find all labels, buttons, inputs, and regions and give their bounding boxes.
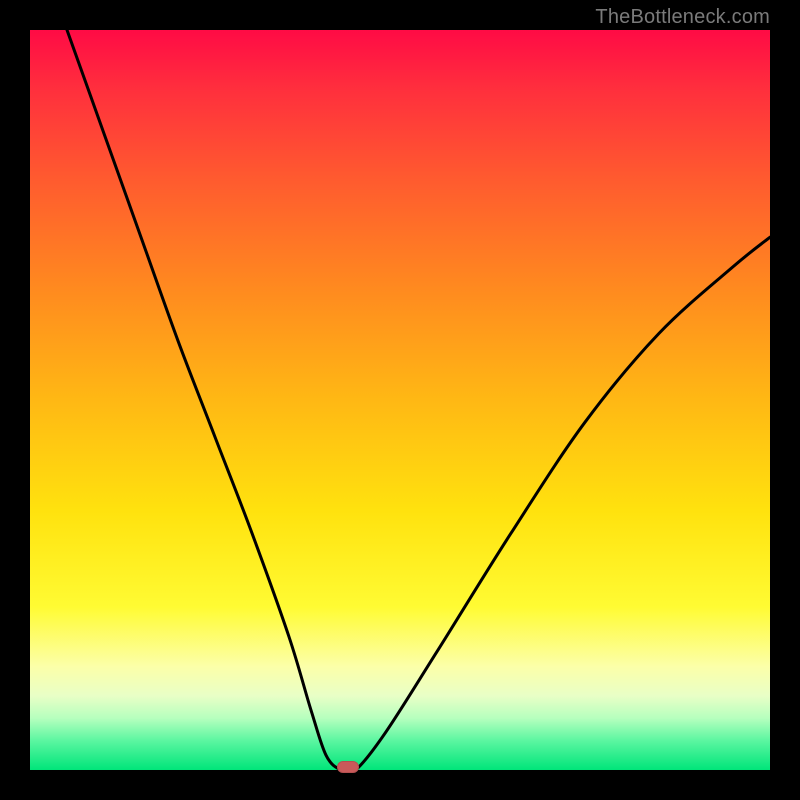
watermark-text: TheBottleneck.com	[595, 6, 770, 29]
bottleneck-curve	[30, 30, 770, 770]
optimum-marker	[337, 761, 359, 773]
curve-path	[67, 30, 770, 770]
plot-area	[30, 30, 770, 770]
chart-frame: TheBottleneck.com	[0, 0, 800, 800]
